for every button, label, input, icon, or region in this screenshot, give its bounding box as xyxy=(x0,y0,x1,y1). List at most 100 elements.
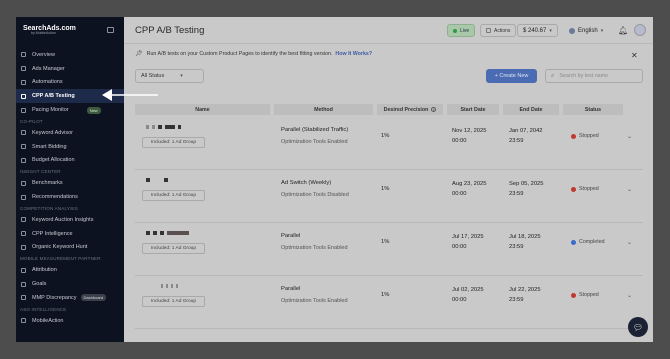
start-date-value: Jul 02, 2025 xyxy=(452,287,484,293)
smart-bidding-icon xyxy=(21,144,26,150)
benchmarks-icon xyxy=(21,180,26,186)
sidebar-item-keyword-auction-insights[interactable]: Keyword Auction Insights xyxy=(16,213,124,227)
keyword-advisor-icon xyxy=(21,130,26,136)
flag-icon xyxy=(569,27,575,34)
expand-row-chevron-icon[interactable]: ⌄ xyxy=(627,292,632,299)
chevron-down-icon: ▾ xyxy=(600,27,604,34)
status-badge: Stopped xyxy=(571,133,599,139)
sidebar-item-automations[interactable]: Automations xyxy=(16,76,124,90)
info-icon[interactable]: i xyxy=(431,107,437,112)
start-date-value: Nov 12, 2025 xyxy=(452,128,487,134)
dashboard-badge: Dashboard xyxy=(80,294,107,302)
table-row[interactable]: Included: 1 Ad Group Parallel (Stabilize… xyxy=(135,117,643,170)
start-time-value: 00:00 xyxy=(452,296,467,303)
sidebar-item-goals[interactable]: Goals xyxy=(16,277,124,291)
actions-checkbox-icon xyxy=(486,28,491,33)
column-name: Name xyxy=(135,104,270,115)
balance-dropdown[interactable]: $ 240.67 ▾ xyxy=(517,24,558,37)
sidebar-item-mobileaction[interactable]: MobileAction xyxy=(16,314,124,328)
status-filter-select[interactable]: All Status ▾ xyxy=(135,69,204,83)
attribution-icon xyxy=(21,267,26,273)
ads-manager-icon xyxy=(21,66,26,72)
status-badge: Stopped xyxy=(571,186,599,192)
redacted-test-name xyxy=(146,177,168,183)
end-date-value: Jul 18, 2025 xyxy=(509,234,541,240)
ad-group-pill[interactable]: Included: 1 Ad Group xyxy=(142,243,205,254)
sidebar-item-pacing-monitor[interactable]: Pacing Monitor New xyxy=(16,103,124,117)
sidebar-item-benchmarks[interactable]: Benchmarks xyxy=(16,176,124,190)
ad-group-pill[interactable]: Included: 1 Ad Group xyxy=(142,190,205,201)
ad-group-pill[interactable]: Included: 1 Ad Group xyxy=(142,296,205,307)
status-label: Stopped xyxy=(579,133,599,139)
close-icon[interactable]: ✕ xyxy=(631,51,638,60)
create-new-button[interactable]: + Create New xyxy=(486,69,537,83)
sidebar-item-label: Benchmarks xyxy=(32,180,63,187)
chat-support-icon[interactable]: 💬︎ xyxy=(628,317,648,337)
sidebar-item-organic-keyword-hunt[interactable]: Organic Keyword Hunt xyxy=(16,241,124,255)
language-selector[interactable]: English ▾ xyxy=(565,24,607,37)
sidebar-item-label: Keyword Advisor xyxy=(32,129,73,136)
method: Ad Switch (Weekly) xyxy=(281,180,332,186)
sidebar-item-label: Smart Bidding xyxy=(32,143,67,150)
expand-row-chevron-icon[interactable]: ⌄ xyxy=(627,186,632,193)
redacted-test-name xyxy=(146,230,189,236)
status-badge: Completed xyxy=(571,239,605,245)
sidebar-item-label: Recommendations xyxy=(32,194,78,201)
bell-icon[interactable]: 🔔︎ xyxy=(618,26,628,35)
new-badge: New xyxy=(86,106,101,114)
precision: 1% xyxy=(381,186,390,192)
search-icon: ⌕ xyxy=(551,72,555,79)
start-time-value: 00:00 xyxy=(452,137,467,144)
column-desired-precision: Desired Precision i xyxy=(377,104,443,115)
section-insight-center: INSIGHT CENTER xyxy=(20,169,61,175)
sidebar-item-ads-manager[interactable]: Ads Manager xyxy=(16,62,124,76)
end-date: Sep 05, 2025 23:59 xyxy=(509,180,544,199)
precision: 1% xyxy=(381,239,390,245)
sidebar-item-budget-allocation[interactable]: Budget Allocation xyxy=(16,154,124,168)
table-row[interactable]: Included: 1 Ad Group Ad Switch (Weekly) … xyxy=(135,170,643,223)
section-competition-analysis: COMPETITION ANALYSIS xyxy=(20,205,78,211)
how-it-works-link[interactable]: How It Works? xyxy=(335,51,372,57)
sidebar-nav: Overview Ads Manager Automations CPP A/B… xyxy=(16,48,124,328)
end-date: Jan 07, 2042 23:59 xyxy=(509,127,543,146)
method-sub: Optimization Tools Enabled xyxy=(281,139,348,145)
method-sub: Optimization Tools Enabled xyxy=(281,245,348,251)
chevron-down-icon: ▾ xyxy=(549,27,552,34)
sidebar-item-overview[interactable]: Overview xyxy=(16,48,124,62)
column-method: Method xyxy=(274,104,373,115)
auction-insights-icon xyxy=(21,217,26,223)
actions-button[interactable]: Actions xyxy=(480,24,517,37)
ad-group-pill[interactable]: Included: 1 Ad Group xyxy=(142,137,205,148)
brand-logo[interactable]: SearchAds.com by MobileAction xyxy=(23,25,76,35)
live-label: Live xyxy=(460,27,470,34)
recommendations-icon xyxy=(21,194,26,200)
sidebar-item-keyword-advisor[interactable]: Keyword Advisor xyxy=(16,126,124,140)
pin-icon: 📌︎ xyxy=(135,51,143,57)
table-row[interactable]: Included: 1 Ad Group Parallel Optimizati… xyxy=(135,276,643,329)
sidebar-item-attribution[interactable]: Attribution xyxy=(16,263,124,277)
pacing-monitor-icon xyxy=(21,107,26,113)
live-toggle[interactable]: Live xyxy=(447,24,476,37)
ab-testing-icon xyxy=(21,93,26,99)
sidebar-item-label: Pacing Monitor xyxy=(32,107,69,114)
sidebar-item-cpp-intelligence[interactable]: CPP Intelligence xyxy=(16,227,124,241)
sidebar-item-mmp-discrepancy[interactable]: MMP Discrepancy Dashboard xyxy=(16,291,124,305)
collapse-sidebar-icon[interactable] xyxy=(107,27,114,33)
sidebar-item-label: Attribution xyxy=(32,267,57,274)
section-copilot: CO-PILOT xyxy=(20,118,43,124)
search-input[interactable]: ⌕ Search by test name xyxy=(545,69,643,83)
stopped-icon xyxy=(571,186,576,192)
sidebar-item-cpp-ab-testing[interactable]: CPP A/B Testing xyxy=(16,89,124,104)
expand-row-chevron-icon[interactable]: ⌄ xyxy=(627,239,632,246)
main-content: CPP A/B Testing Live Actions $ 240.67 ▾ E… xyxy=(124,17,653,342)
precision: 1% xyxy=(381,292,390,298)
table-row[interactable]: Included: 1 Ad Group Parallel Optimizati… xyxy=(135,223,643,276)
column-end-date: End Date xyxy=(503,104,559,115)
mobileaction-icon xyxy=(21,318,26,324)
sidebar-item-recommendations[interactable]: Recommendations xyxy=(16,190,124,204)
redacted-test-name xyxy=(161,283,178,289)
avatar[interactable] xyxy=(634,24,646,36)
column-status: Status xyxy=(563,104,623,115)
sidebar-item-smart-bidding[interactable]: Smart Bidding xyxy=(16,140,124,154)
expand-row-chevron-icon[interactable]: ⌄ xyxy=(627,133,632,140)
